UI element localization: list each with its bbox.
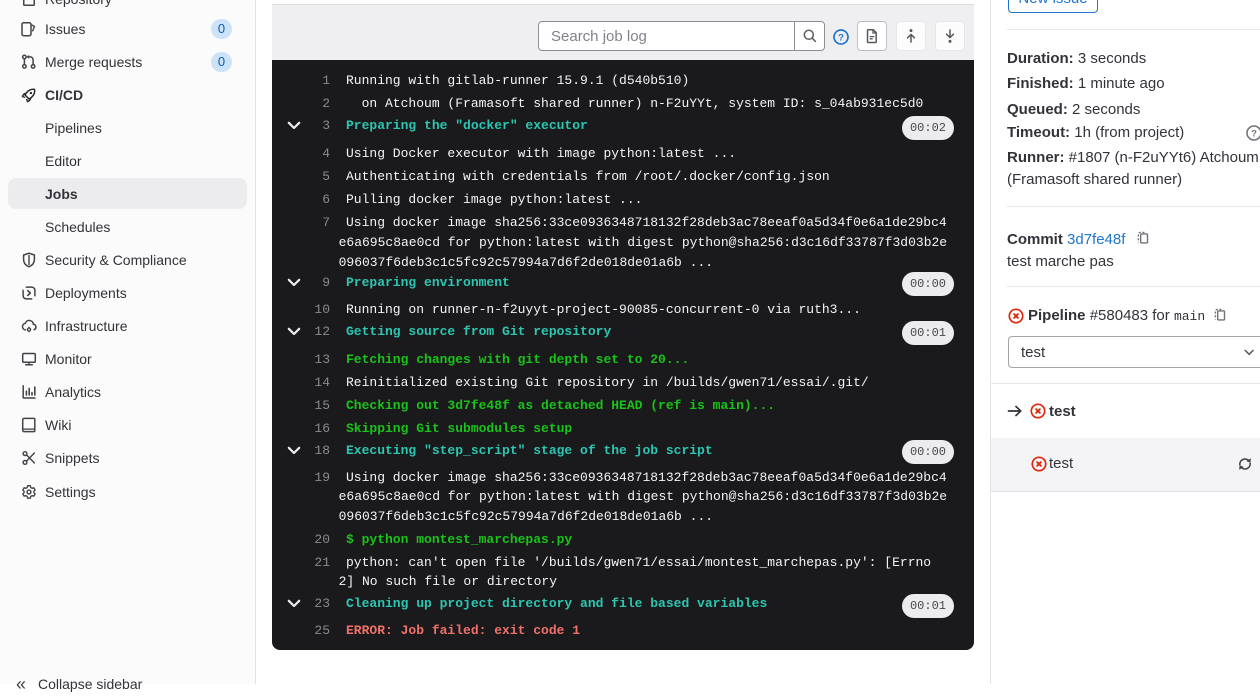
svg-text:?: ? [1251,128,1257,139]
svg-text:?: ? [838,32,844,43]
